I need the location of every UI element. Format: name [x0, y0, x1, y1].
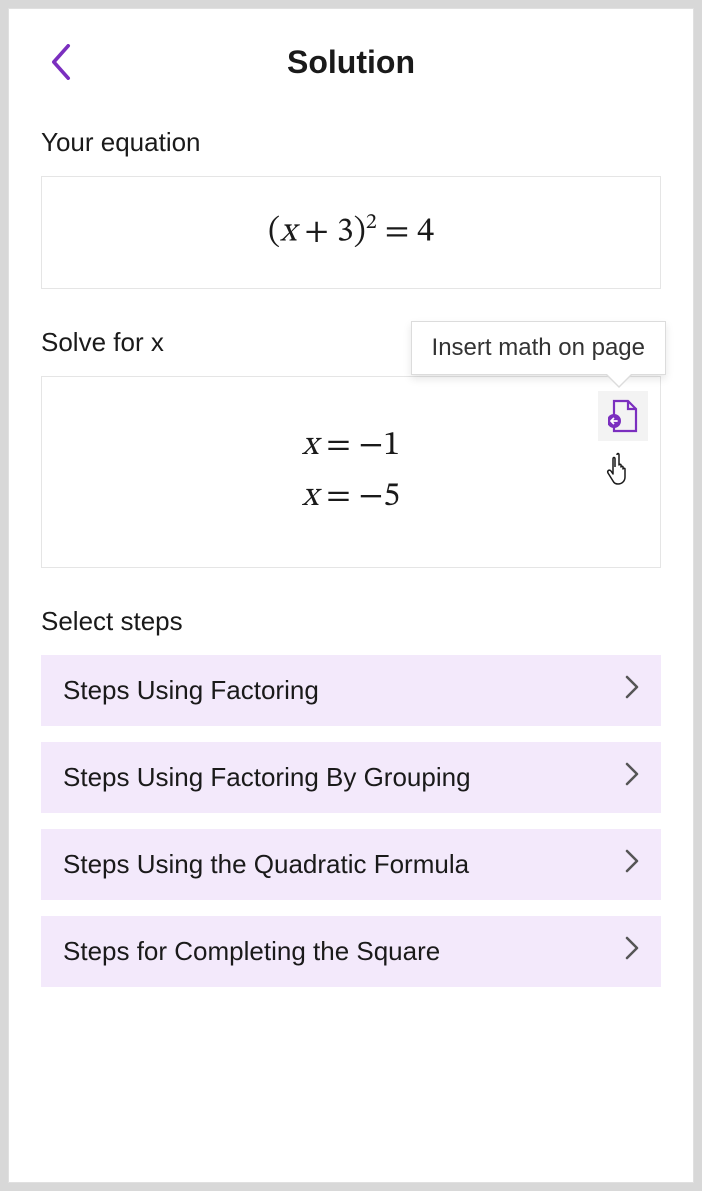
step-item-label: Steps Using the Quadratic Formula: [63, 849, 469, 880]
step-item-label: Steps Using Factoring By Grouping: [63, 762, 471, 793]
step-item-factoring-grouping[interactable]: Steps Using Factoring By Grouping: [41, 742, 661, 813]
insert-math-button[interactable]: [598, 391, 648, 441]
step-item-quadratic-formula[interactable]: Steps Using the Quadratic Formula: [41, 829, 661, 900]
step-list: Steps Using Factoring Steps Using Factor…: [41, 655, 661, 987]
step-item-label: Steps for Completing the Square: [63, 936, 440, 967]
insert-page-icon: [608, 399, 638, 433]
your-equation-label: Your equation: [41, 127, 661, 158]
solution-line-2: x = −5: [62, 472, 640, 523]
chevron-right-icon: [625, 675, 639, 706]
solution-line-1: x = −1: [62, 421, 640, 472]
header: Solution: [41, 37, 661, 87]
equation-box: (x + 3)2 = 4: [41, 176, 661, 289]
step-item-completing-square[interactable]: Steps for Completing the Square: [41, 916, 661, 987]
solve-for-label: Solve for x: [41, 327, 164, 358]
solution-panel: Solution Your equation (x + 3)2 = 4 Solv…: [8, 8, 694, 1183]
step-item-label: Steps Using Factoring: [63, 675, 319, 706]
solution-box: x = −1 x = −5 Insert math on page: [41, 376, 661, 568]
insert-tooltip: Insert math on page: [411, 321, 666, 375]
page-title: Solution: [41, 44, 661, 81]
step-item-factoring[interactable]: Steps Using Factoring: [41, 655, 661, 726]
select-steps-label: Select steps: [41, 606, 661, 637]
chevron-right-icon: [625, 762, 639, 793]
equation-display: (x + 3)2 = 4: [62, 207, 640, 258]
chevron-right-icon: [625, 936, 639, 967]
chevron-right-icon: [625, 849, 639, 880]
